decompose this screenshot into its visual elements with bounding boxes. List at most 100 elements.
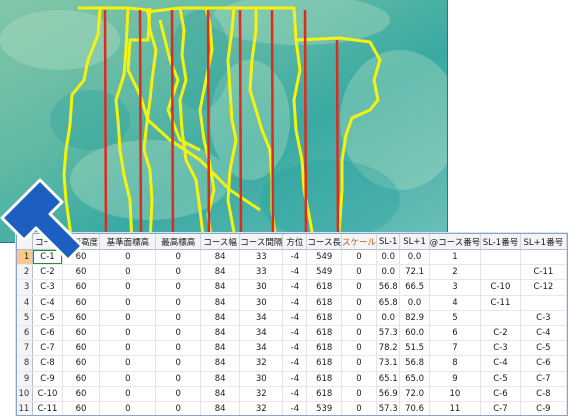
table-cell[interactable]: 82.9 (400, 310, 429, 325)
table-cell[interactable]: 32 (240, 386, 283, 401)
table-cell[interactable]: 618 (307, 295, 342, 310)
table-cell[interactable]: 549 (307, 250, 342, 265)
column-header[interactable]: SL+1 (400, 234, 429, 250)
table-cell[interactable]: -4 (283, 310, 307, 325)
table-cell[interactable]: 60 (62, 250, 100, 265)
table-cell[interactable]: 2 (429, 265, 481, 280)
row-number[interactable]: 6 (17, 325, 33, 340)
table-cell[interactable]: 618 (307, 310, 342, 325)
table-cell[interactable]: 5 (429, 310, 481, 325)
table-row[interactable]: 6C-660008434-4618057.360.06C-2C-4 (17, 325, 567, 340)
table-cell[interactable]: 84 (200, 280, 239, 295)
table-cell[interactable]: 34 (240, 341, 283, 356)
table-cell[interactable]: 51.5 (400, 341, 429, 356)
table-cell[interactable]: 60 (62, 341, 100, 356)
table-cell[interactable]: 0 (156, 386, 201, 401)
table-cell[interactable]: -4 (283, 325, 307, 340)
table-row[interactable]: 8C-860008432-4618073.156.88C-4C-6 (17, 356, 567, 371)
terrain-map[interactable] (0, 0, 448, 243)
column-header[interactable]: コース幅 (200, 234, 239, 250)
column-header[interactable]: SL-1番号 (481, 234, 521, 250)
table-cell[interactable]: 8 (429, 356, 481, 371)
table-cell[interactable]: 70.6 (400, 401, 429, 416)
column-header[interactable]: 基準面標高 (100, 234, 156, 250)
table-cell[interactable]: 0 (156, 341, 201, 356)
table-cell[interactable]: C-10 (481, 280, 521, 295)
table-cell[interactable]: 30 (240, 295, 283, 310)
table-cell[interactable]: 60 (62, 401, 100, 416)
table-cell[interactable]: 65.1 (377, 371, 400, 386)
table-cell[interactable] (481, 250, 521, 265)
table-cell[interactable]: -4 (283, 356, 307, 371)
table-cell[interactable]: C-7 (481, 401, 521, 416)
table-cell[interactable]: 60 (62, 356, 100, 371)
table-cell[interactable]: 0 (156, 325, 201, 340)
table-cell[interactable]: 84 (200, 265, 239, 280)
table-cell[interactable]: C-4 (520, 325, 566, 340)
table-cell[interactable]: C-3 (520, 310, 566, 325)
table-cell[interactable]: -4 (283, 280, 307, 295)
table-cell[interactable]: 34 (240, 325, 283, 340)
table-cell[interactable]: 0 (342, 401, 377, 416)
table-cell[interactable]: 0 (342, 356, 377, 371)
table-cell[interactable]: C-3 (33, 280, 62, 295)
table-cell[interactable]: 84 (200, 325, 239, 340)
row-number[interactable]: 3 (17, 280, 33, 295)
table-cell[interactable]: 0 (156, 295, 201, 310)
column-header[interactable]: コース間隔 (240, 234, 283, 250)
table-cell[interactable] (481, 265, 521, 280)
table-cell[interactable]: 65.8 (377, 295, 400, 310)
table-cell[interactable]: 0 (342, 371, 377, 386)
table-cell[interactable]: 33 (240, 250, 283, 265)
table-cell[interactable]: 0 (342, 295, 377, 310)
table-cell[interactable]: C-9 (520, 401, 566, 416)
table-cell[interactable]: C-5 (481, 371, 521, 386)
table-cell[interactable]: 0 (342, 265, 377, 280)
column-header[interactable]: スケール (342, 234, 377, 250)
table-cell[interactable]: -4 (283, 341, 307, 356)
table-cell[interactable]: 10 (429, 386, 481, 401)
row-number[interactable]: 2 (17, 265, 33, 280)
table-cell[interactable]: 33 (240, 265, 283, 280)
table-cell[interactable]: 7 (429, 341, 481, 356)
table-cell[interactable]: -4 (283, 265, 307, 280)
table-cell[interactable]: 84 (200, 356, 239, 371)
table-cell[interactable]: 11 (429, 401, 481, 416)
table-row[interactable]: 7C-760008434-4618078.251.57C-3C-5 (17, 341, 567, 356)
table-cell[interactable]: C-4 (481, 356, 521, 371)
table-cell[interactable]: 549 (307, 265, 342, 280)
table-cell[interactable]: C-6 (33, 325, 62, 340)
table-cell[interactable]: 1 (429, 250, 481, 265)
column-header[interactable]: @コース番号 (429, 234, 481, 250)
table-cell[interactable]: 0 (100, 386, 156, 401)
table-cell[interactable]: 57.3 (377, 325, 400, 340)
table-cell[interactable] (481, 310, 521, 325)
table-cell[interactable]: 0 (342, 341, 377, 356)
table-cell[interactable]: 0 (100, 280, 156, 295)
table-cell[interactable]: 0 (342, 310, 377, 325)
table-cell[interactable]: 0 (100, 250, 156, 265)
table-cell[interactable]: 60 (62, 280, 100, 295)
table-row[interactable]: 2C-260008433-454900.072.12C-11 (17, 265, 567, 280)
table-cell[interactable]: C-9 (33, 371, 62, 386)
table-cell[interactable]: C-11 (33, 401, 62, 416)
table-cell[interactable]: 0 (156, 265, 201, 280)
table-cell[interactable]: 60 (62, 310, 100, 325)
table-cell[interactable]: 84 (200, 295, 239, 310)
table-cell[interactable]: 0 (342, 280, 377, 295)
table-cell[interactable]: 32 (240, 401, 283, 416)
column-header[interactable]: 方位 (283, 234, 307, 250)
table-cell[interactable]: 0 (156, 310, 201, 325)
table-row[interactable]: 11C-1160008432-4539057.370.611C-7C-9 (17, 401, 567, 416)
table-cell[interactable]: 618 (307, 341, 342, 356)
table-cell[interactable]: -4 (283, 401, 307, 416)
table-cell[interactable]: 0 (100, 325, 156, 340)
table-cell[interactable]: 9 (429, 371, 481, 386)
table-cell[interactable]: 0 (156, 280, 201, 295)
table-cell[interactable] (520, 250, 566, 265)
table-row[interactable]: 3C-360008430-4618056.866.53C-10C-12 (17, 280, 567, 295)
table-cell[interactable]: 60 (62, 325, 100, 340)
table-cell[interactable]: 0.0 (377, 310, 400, 325)
row-header-corner[interactable] (17, 234, 33, 250)
table-cell[interactable]: 72.0 (400, 386, 429, 401)
